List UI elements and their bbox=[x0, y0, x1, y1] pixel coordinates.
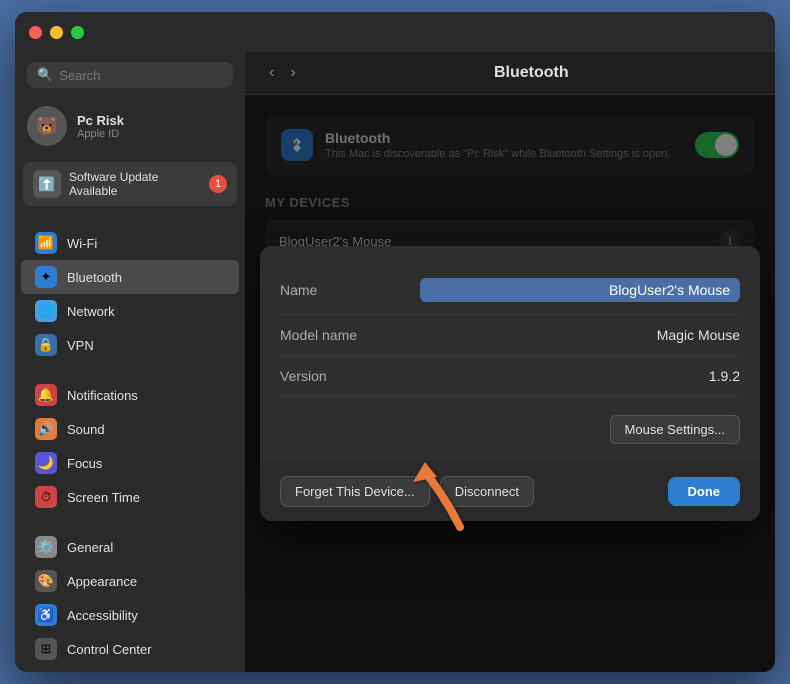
sidebar-item-label: Bluetooth bbox=[67, 270, 122, 285]
sidebar-item-notifications[interactable]: 🔔 Notifications bbox=[21, 378, 239, 412]
avatar: 🐻 bbox=[27, 106, 67, 146]
dialog-value-name: BlogUser2's Mouse bbox=[420, 278, 740, 302]
content-area: 🔍 🐻 Pc Risk Apple ID ⬆️ Software Update … bbox=[15, 52, 775, 672]
search-input[interactable] bbox=[59, 68, 223, 83]
back-button[interactable]: ‹ bbox=[265, 62, 278, 84]
close-button[interactable] bbox=[29, 26, 42, 39]
sidebar-item-general[interactable]: ⚙️ General bbox=[21, 530, 239, 564]
vpn-icon: 🔒 bbox=[35, 334, 57, 356]
dialog-label-name: Name bbox=[280, 282, 420, 298]
user-sub: Apple ID bbox=[77, 128, 124, 140]
forward-button[interactable]: › bbox=[286, 62, 299, 84]
sidebar-item-label: Wi-Fi bbox=[67, 236, 97, 251]
sidebar-item-appearance[interactable]: 🎨 Appearance bbox=[21, 564, 239, 598]
sidebar-item-label: Control Center bbox=[67, 642, 152, 657]
controlcenter-icon: ⊞ bbox=[35, 638, 57, 660]
accessibility-icon: ♿ bbox=[35, 604, 57, 626]
panel-content: Bluetooth This Mac is discoverable as "P… bbox=[245, 95, 775, 672]
dialog-body: Name BlogUser2's Mouse Model name Magic … bbox=[260, 246, 760, 462]
update-icon: ⬆️ bbox=[33, 170, 61, 198]
titlebar bbox=[15, 12, 775, 52]
dialog-value-model: Magic Mouse bbox=[420, 327, 740, 343]
dialog-value-version: 1.9.2 bbox=[420, 368, 740, 384]
appearance-icon: 🎨 bbox=[35, 570, 57, 592]
network-icon: 🌐 bbox=[35, 300, 57, 322]
sidebar-item-network[interactable]: 🌐 Network bbox=[21, 294, 239, 328]
dialog-overlay: Name BlogUser2's Mouse Model name Magic … bbox=[245, 95, 775, 672]
done-button[interactable]: Done bbox=[668, 477, 741, 506]
mouse-settings-row: Mouse Settings... bbox=[280, 397, 740, 462]
user-name: Pc Risk bbox=[77, 113, 124, 128]
sidebar-item-screentime[interactable]: ⏱ Screen Time bbox=[21, 480, 239, 514]
sidebar-item-label: Appearance bbox=[67, 574, 137, 589]
dialog-footer: Forget This Device... Disconnect Done bbox=[260, 462, 760, 521]
mouse-settings-button[interactable]: Mouse Settings... bbox=[610, 415, 740, 444]
general-icon: ⚙️ bbox=[35, 536, 57, 558]
sidebar-item-label: Accessibility bbox=[67, 608, 138, 623]
search-icon: 🔍 bbox=[37, 67, 53, 83]
sidebar-item-focus[interactable]: 🌙 Focus bbox=[21, 446, 239, 480]
dialog-row-version: Version 1.9.2 bbox=[280, 356, 740, 397]
main-window: 🔍 🐻 Pc Risk Apple ID ⬆️ Software Update … bbox=[15, 12, 775, 672]
wifi-icon: 📶 bbox=[35, 232, 57, 254]
sidebar-item-vpn[interactable]: 🔒 VPN bbox=[21, 328, 239, 362]
forget-device-button[interactable]: Forget This Device... bbox=[280, 476, 430, 507]
dialog-row-name: Name BlogUser2's Mouse bbox=[280, 266, 740, 315]
bluetooth-icon: ✦ bbox=[35, 266, 57, 288]
sidebar-item-controlcenter[interactable]: ⊞ Control Center bbox=[21, 632, 239, 666]
panel-header: ‹ › Bluetooth bbox=[245, 52, 775, 95]
sidebar-item-label: VPN bbox=[67, 338, 94, 353]
dialog-label-model: Model name bbox=[280, 327, 420, 343]
sidebar-network-section: 📶 Wi-Fi ✦ Bluetooth 🌐 Network 🔒 VPN bbox=[15, 226, 245, 362]
dialog-row-model: Model name Magic Mouse bbox=[280, 315, 740, 356]
update-badge: 1 bbox=[209, 175, 227, 193]
dialog-label-version: Version bbox=[280, 368, 420, 384]
sidebar: 🔍 🐻 Pc Risk Apple ID ⬆️ Software Update … bbox=[15, 52, 245, 672]
focus-icon: 🌙 bbox=[35, 452, 57, 474]
sidebar-item-wifi[interactable]: 📶 Wi-Fi bbox=[21, 226, 239, 260]
user-info: Pc Risk Apple ID bbox=[77, 113, 124, 140]
panel-title: Bluetooth bbox=[308, 64, 755, 82]
sidebar-item-siri[interactable]: 🎙 Siri & Spotlight bbox=[21, 666, 239, 672]
sidebar-item-label: Sound bbox=[67, 422, 105, 437]
screentime-icon: ⏱ bbox=[35, 486, 57, 508]
sound-icon: 🔊 bbox=[35, 418, 57, 440]
sidebar-item-sound[interactable]: 🔊 Sound bbox=[21, 412, 239, 446]
sidebar-item-label: Notifications bbox=[67, 388, 138, 403]
user-section[interactable]: 🐻 Pc Risk Apple ID bbox=[15, 98, 245, 154]
sidebar-system-section: ⚙️ General 🎨 Appearance ♿ Accessibility … bbox=[15, 530, 245, 672]
disconnect-button[interactable]: Disconnect bbox=[440, 476, 534, 507]
main-panel: ‹ › Bluetooth Bluetooth This Mac is di bbox=[245, 52, 775, 672]
sidebar-personal-section: 🔔 Notifications 🔊 Sound 🌙 Focus ⏱ Screen… bbox=[15, 378, 245, 514]
search-bar[interactable]: 🔍 bbox=[27, 62, 233, 88]
fullscreen-button[interactable] bbox=[71, 26, 84, 39]
sidebar-item-label: General bbox=[67, 540, 113, 555]
sidebar-item-accessibility[interactable]: ♿ Accessibility bbox=[21, 598, 239, 632]
sidebar-item-bluetooth[interactable]: ✦ Bluetooth bbox=[21, 260, 239, 294]
device-detail-dialog: Name BlogUser2's Mouse Model name Magic … bbox=[260, 246, 760, 521]
sidebar-item-label: Focus bbox=[67, 456, 102, 471]
software-update-item[interactable]: ⬆️ Software Update Available 1 bbox=[23, 162, 237, 206]
sidebar-item-label: Network bbox=[67, 304, 115, 319]
minimize-button[interactable] bbox=[50, 26, 63, 39]
sidebar-item-label: Screen Time bbox=[67, 490, 140, 505]
software-update-label: Software Update Available bbox=[69, 170, 201, 198]
notifications-icon: 🔔 bbox=[35, 384, 57, 406]
